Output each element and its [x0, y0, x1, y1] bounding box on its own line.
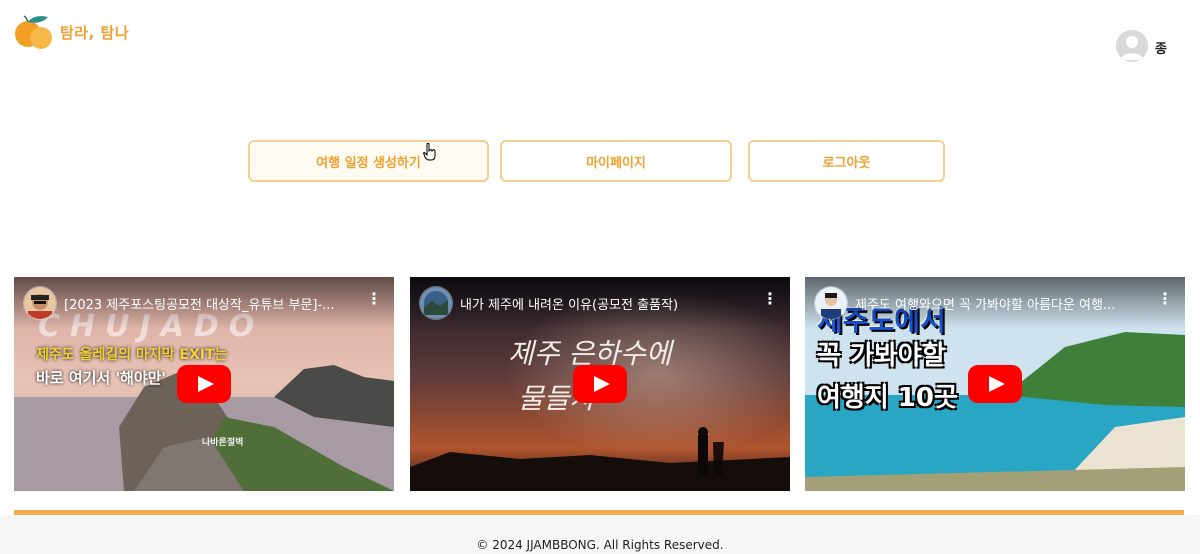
pointer-cursor-icon	[423, 143, 436, 161]
channel-icon	[420, 287, 452, 319]
video-title[interactable]: 제주도 여행와으면 꼭 가봐야할 아름다운 여행...	[855, 294, 1149, 313]
play-icon[interactable]	[177, 365, 231, 403]
create-itinerary-button[interactable]: 여행 일정 생성하기	[248, 140, 489, 182]
video-overlay-line: 꼭 가봐야할	[817, 341, 946, 371]
channel-avatar[interactable]	[419, 286, 453, 320]
brand-name[interactable]: 탐라, 탐나	[60, 22, 129, 43]
mypage-button[interactable]: 마이페이지	[500, 140, 732, 182]
play-icon[interactable]	[573, 365, 627, 403]
video-overlay-small: 나바론절벽	[202, 438, 244, 448]
video-overlay-line: 바로 여기서 '해야만'	[36, 369, 167, 387]
channel-icon	[815, 287, 847, 319]
video-overlay-line: 여행지 10곳	[817, 383, 958, 413]
more-vert-icon[interactable]: ⋮	[762, 291, 778, 307]
more-vert-icon[interactable]: ⋮	[1157, 291, 1173, 307]
video-card-1[interactable]: CHUJADO 제주도 올레길의 마지막 EXIT는 바로 여기서 '해야만' …	[14, 277, 394, 491]
logout-button[interactable]: 로그아웃	[748, 140, 945, 182]
play-icon[interactable]	[968, 365, 1022, 403]
channel-icon	[24, 287, 56, 319]
user-name[interactable]: 종	[1155, 38, 1167, 57]
video-card-3[interactable]: 제주도에서 꼭 가봐야할 여행지 10곳 제주도 여행와으면 꼭 가봐야할 아름…	[805, 277, 1185, 491]
channel-avatar[interactable]	[23, 286, 57, 320]
avatar[interactable]	[1116, 30, 1148, 62]
video-card-2[interactable]: 제주 은하수에 물들자 내가 제주에 내려온 이유(공모전 출품작) ⋮	[410, 277, 790, 491]
tangerine-logo-icon[interactable]	[14, 14, 56, 50]
avatar-icon	[1116, 30, 1148, 62]
copyright-text: © 2024 JJAMBBONG. All Rights Reserved.	[476, 538, 724, 552]
video-title[interactable]: [2023 제주포스팅공모전 대상작_유튜브 부문]-...	[64, 294, 358, 313]
header: 탐라, 탐나 종	[0, 0, 1200, 70]
channel-avatar[interactable]	[814, 286, 848, 320]
video-overlay-line: 제주도 올레길의 마지막 EXIT는	[36, 347, 228, 363]
more-vert-icon[interactable]: ⋮	[366, 291, 382, 307]
video-title[interactable]: 내가 제주에 내려온 이유(공모전 출품작)	[460, 294, 754, 313]
